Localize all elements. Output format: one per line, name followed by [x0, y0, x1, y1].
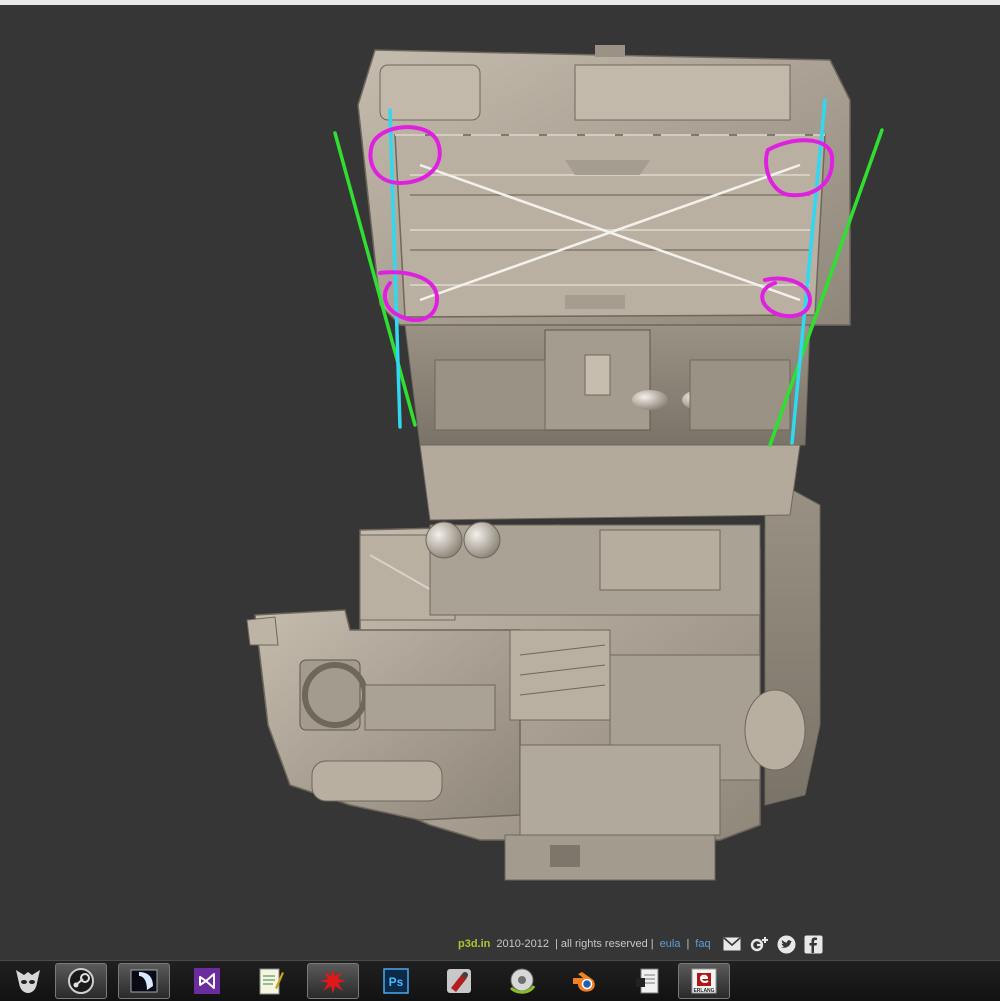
email-icon[interactable]	[723, 935, 742, 954]
footer-rights: | all rights reserved |	[555, 938, 654, 950]
3d-viewport[interactable]	[0, 5, 1000, 960]
footer-years: 2010-2012	[496, 938, 549, 950]
steam-icon[interactable]	[55, 963, 107, 999]
document-app-icon[interactable]	[622, 963, 674, 999]
gimp-icon[interactable]	[496, 963, 548, 999]
paint-splatter-icon[interactable]	[307, 963, 359, 999]
model-upper-body	[404, 324, 811, 446]
photoshop-label: Ps	[389, 975, 404, 989]
erlang-label: ERLANG	[693, 988, 714, 994]
taskbar: Ps ERLANG	[0, 960, 1000, 1001]
footer-brand[interactable]: p3d.in	[458, 938, 490, 950]
app-window-icon[interactable]	[118, 963, 170, 999]
tool-app-icon[interactable]	[433, 963, 485, 999]
photoshop-icon[interactable]: Ps	[370, 963, 422, 999]
erlang-icon[interactable]: ERLANG	[678, 963, 730, 999]
footer-faq-link[interactable]: faq	[695, 938, 710, 950]
google-plus-icon[interactable]	[750, 935, 769, 954]
facebook-icon[interactable]	[804, 935, 823, 954]
blender-icon[interactable]	[559, 963, 611, 999]
notepad-plus-icon[interactable]	[244, 963, 296, 999]
twitter-icon[interactable]	[777, 935, 796, 954]
social-links	[723, 935, 823, 954]
footer-eula-link[interactable]: eula	[660, 938, 681, 950]
footer-separator: |	[686, 938, 690, 950]
model-render[interactable]	[0, 5, 1000, 960]
site-footer: p3d.in 2010-2012 | all rights reserved |…	[458, 934, 823, 954]
visual-studio-icon[interactable]	[181, 963, 233, 999]
foobar-app-icon[interactable]	[2, 963, 54, 999]
model-middle-deck	[419, 444, 801, 616]
